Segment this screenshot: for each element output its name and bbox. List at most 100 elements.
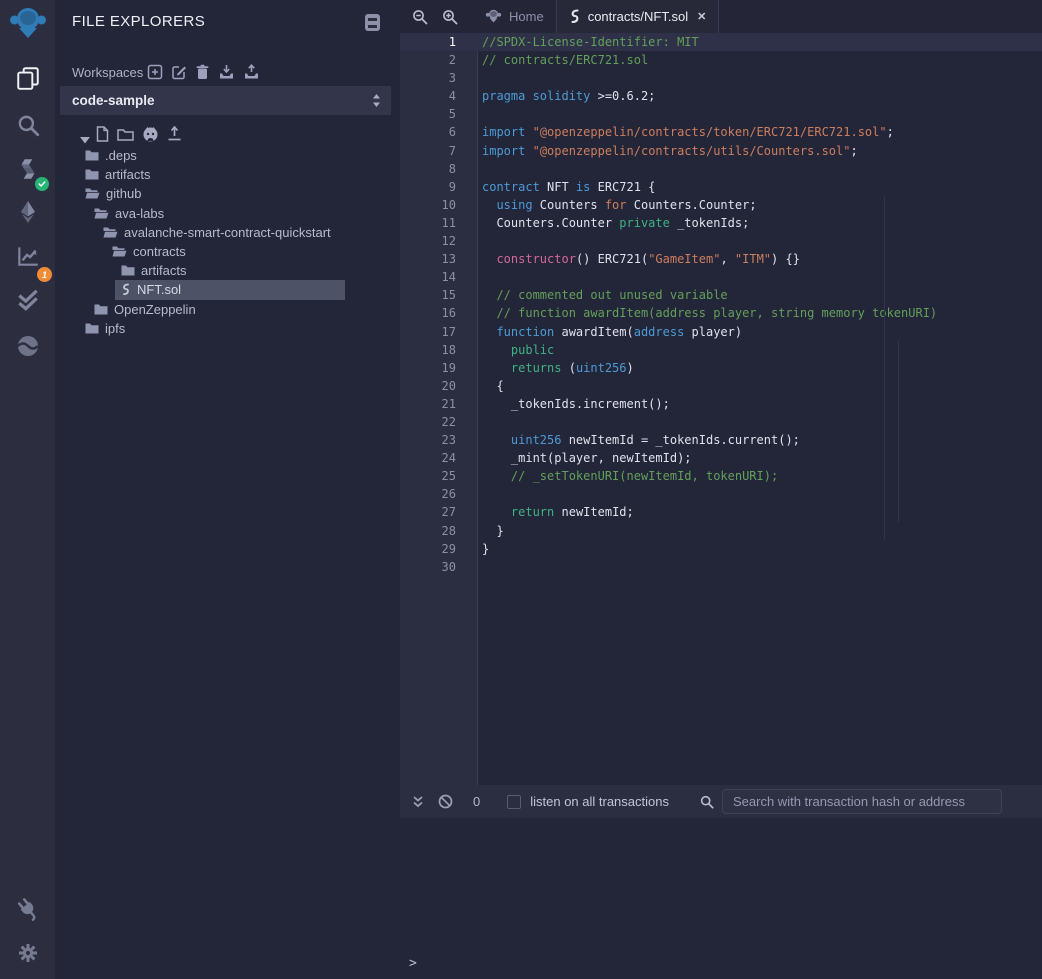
line-number: 9 [400, 178, 479, 196]
code-line[interactable]: 30 [400, 558, 1042, 576]
tree-item-github[interactable]: github [55, 184, 400, 203]
code-line[interactable]: 23 uint256 newItemId = _tokenIds.current… [400, 431, 1042, 449]
clear-console-icon[interactable] [438, 794, 453, 809]
code-line[interactable]: 27 return newItemId; [400, 503, 1042, 521]
transaction-search-input[interactable] [722, 789, 1002, 814]
code-line[interactable]: 2// contracts/ERC721.sol [400, 51, 1042, 69]
sidebar-item-plugin-circle[interactable] [0, 328, 55, 364]
remix-logo-icon[interactable] [0, 6, 55, 42]
create-workspace-icon[interactable] [147, 64, 163, 80]
code-line[interactable]: 10 using Counters for Counters.Counter; [400, 196, 1042, 214]
line-number: 16 [400, 304, 479, 322]
rename-workspace-icon[interactable] [171, 64, 187, 80]
line-number: 5 [400, 105, 479, 123]
solidity-file-icon [569, 9, 581, 24]
expand-terminal-icon[interactable] [412, 795, 424, 808]
code-line[interactable]: 6import "@openzeppelin/contracts/token/E… [400, 123, 1042, 141]
code-line[interactable]: 28 } [400, 522, 1042, 540]
github-clone-icon[interactable] [142, 126, 159, 147]
tree-item-nft-sol[interactable]: NFT.sol [55, 280, 400, 299]
tree-item-artifacts[interactable]: artifacts [55, 165, 400, 184]
code-line[interactable]: 3 [400, 69, 1042, 87]
terminal-output[interactable]: > [400, 818, 1042, 979]
tree-item-label: contracts [133, 244, 186, 259]
listen-transactions-checkbox[interactable] [507, 795, 521, 809]
code-line[interactable]: 21 _tokenIds.increment(); [400, 395, 1042, 413]
new-folder-icon[interactable] [117, 128, 134, 146]
line-number: 23 [400, 431, 479, 449]
code-line[interactable]: 1//SPDX-License-Identifier: MIT [400, 33, 1042, 51]
tab-close-icon[interactable]: ✕ [697, 10, 706, 23]
tree-item-label: avalanche-smart-contract-quickstart [124, 225, 331, 240]
new-file-icon[interactable] [96, 126, 109, 147]
sidebar-item-plugin-manager[interactable] [0, 891, 55, 927]
tree-item-label: ava-labs [115, 206, 164, 221]
book-icon[interactable] [365, 14, 380, 31]
line-number: 30 [400, 558, 479, 576]
download-workspace-icon[interactable] [218, 64, 235, 80]
code-line[interactable]: 12 [400, 232, 1042, 250]
code-text [479, 232, 482, 250]
code-text: } [479, 540, 489, 558]
code-line[interactable]: 29} [400, 540, 1042, 558]
code-line[interactable]: 20 { [400, 377, 1042, 395]
tree-item-avalanche-smart-contract-quickstart[interactable]: avalanche-smart-contract-quickstart [55, 223, 400, 242]
zoom-in-icon[interactable] [435, 0, 465, 33]
code-text: returns (uint256) [479, 359, 634, 377]
terminal-search-icon [700, 795, 714, 809]
code-line[interactable]: 22 [400, 413, 1042, 431]
delete-workspace-icon[interactable] [195, 64, 210, 80]
code-line[interactable]: 17 function awardItem(address player) [400, 323, 1042, 341]
code-line[interactable]: 24 _mint(player, newItemId); [400, 449, 1042, 467]
workspace-select[interactable]: code-sample [60, 86, 391, 115]
sidebar-item-solidity-compiler[interactable] [0, 151, 55, 187]
code-line[interactable]: 14 [400, 268, 1042, 286]
sidebar-item-analysis[interactable]: 1 [0, 238, 55, 274]
tab-home[interactable]: Home [473, 0, 556, 33]
tree-item--deps[interactable]: .deps [55, 146, 400, 165]
tree-item-artifacts[interactable]: artifacts [55, 261, 400, 280]
code-text [479, 558, 482, 576]
tree-item-label: OpenZeppelin [114, 302, 196, 317]
sidebar-item-search[interactable] [0, 107, 55, 143]
code-editor[interactable]: 1//SPDX-License-Identifier: MIT2// contr… [400, 33, 1042, 785]
line-number: 26 [400, 485, 479, 503]
code-text: // contracts/ERC721.sol [479, 51, 648, 69]
code-line[interactable]: 4pragma solidity >=0.6.2; [400, 87, 1042, 105]
code-text: function awardItem(address player) [479, 323, 742, 341]
folder-closed-icon [121, 265, 135, 276]
upload-file-icon[interactable] [167, 126, 182, 146]
zoom-out-icon[interactable] [405, 0, 435, 33]
code-line[interactable]: 5 [400, 105, 1042, 123]
terminal-toolbar: 0 listen on all transactions [400, 785, 1042, 818]
code-line[interactable]: 26 [400, 485, 1042, 503]
indent-guide [884, 196, 885, 540]
line-number: 27 [400, 503, 479, 521]
line-number: 10 [400, 196, 479, 214]
code-line[interactable]: 7import "@openzeppelin/contracts/utils/C… [400, 142, 1042, 160]
tab-nft-sol[interactable]: contracts/NFT.sol ✕ [556, 0, 720, 33]
code-line[interactable]: 18 public [400, 341, 1042, 359]
file-explorers-panel: FILE EXPLORERS Workspaces [55, 0, 400, 979]
upload-workspace-icon[interactable] [243, 64, 260, 80]
code-line[interactable]: 11 Counters.Counter private _tokenIds; [400, 214, 1042, 232]
sidebar-item-unit-testing[interactable] [0, 282, 55, 318]
sidebar-item-settings[interactable] [0, 935, 55, 971]
tree-item-ipfs[interactable]: ipfs [55, 319, 400, 338]
tree-item-ava-labs[interactable]: ava-labs [55, 204, 400, 223]
code-line[interactable]: 15 // commented out unused variable [400, 286, 1042, 304]
code-line[interactable]: 19 returns (uint256) [400, 359, 1042, 377]
terminal-prompt: > [409, 956, 417, 971]
sidebar-item-deploy-run[interactable] [0, 194, 55, 230]
analysis-count-badge: 1 [37, 267, 52, 282]
sidebar-item-file-explorer[interactable] [0, 60, 55, 96]
code-line[interactable]: 25 // _setTokenURI(newItemId, tokenURI); [400, 467, 1042, 485]
code-line[interactable]: 8 [400, 160, 1042, 178]
dropdown-arrows-icon [372, 93, 381, 113]
code-line[interactable]: 9contract NFT is ERC721 { [400, 178, 1042, 196]
workspaces-label: Workspaces [72, 65, 143, 80]
tree-item-contracts[interactable]: contracts [55, 242, 400, 261]
tree-item-openzeppelin[interactable]: OpenZeppelin [55, 300, 400, 319]
code-line[interactable]: 13 constructor() ERC721("GameItem", "ITM… [400, 250, 1042, 268]
code-line[interactable]: 16 // function awardItem(address player,… [400, 304, 1042, 322]
